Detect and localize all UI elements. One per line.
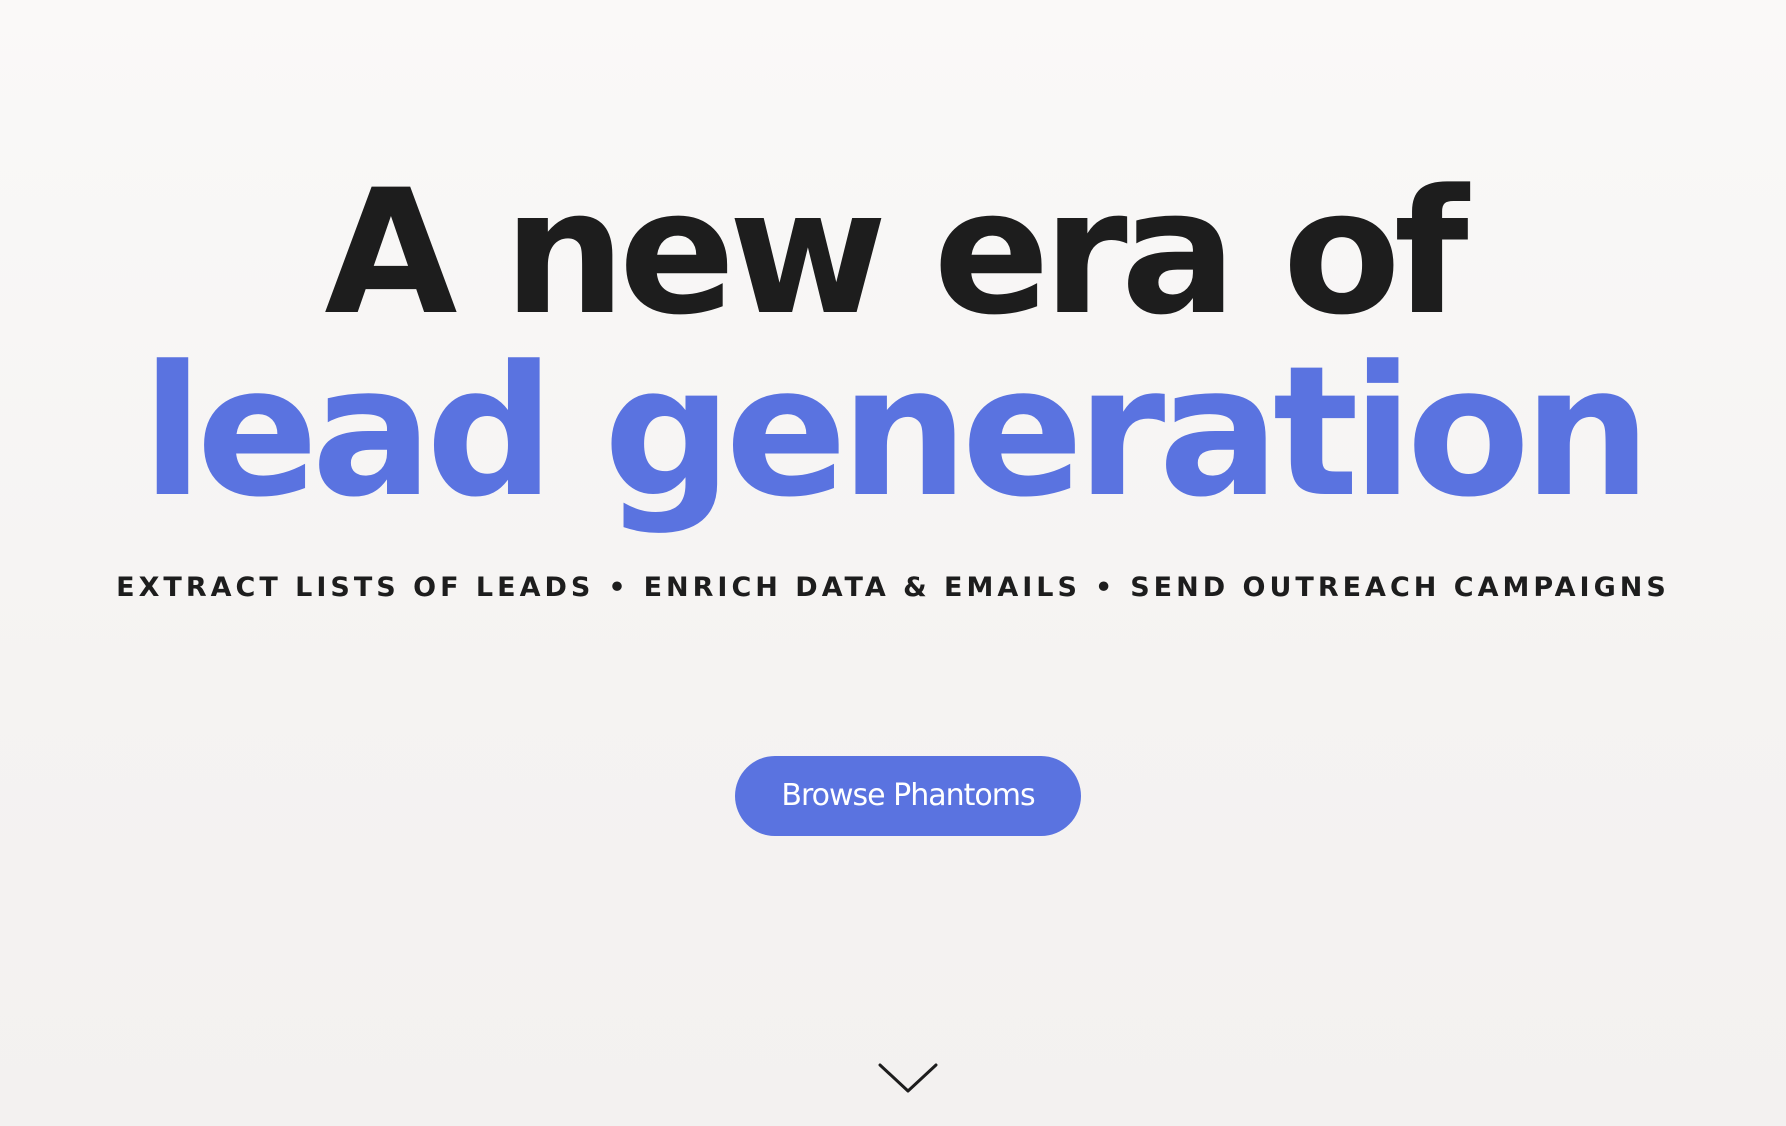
headline-line-2-highlight: lead generation: [141, 328, 1652, 537]
browse-phantoms-button[interactable]: Browse Phantoms: [735, 756, 1081, 836]
tagline-enrich-data: ENRICH DATA & EMAILS: [643, 572, 1081, 603]
feature-tagline: EXTRACT LISTS OF LEADS • ENRICH DATA & EMA…: [0, 570, 1786, 606]
tagline-separator-dot: •: [1094, 572, 1117, 603]
hero-section: A new era of lead generation EXTRACT LIS…: [0, 0, 1786, 1126]
tagline-separator-dot: •: [608, 572, 630, 603]
headline-line-1: A new era of: [324, 152, 1468, 353]
tagline-extract-leads: EXTRACT LISTS OF LEADS: [116, 572, 595, 603]
scroll-down-button[interactable]: [878, 1062, 938, 1098]
tagline-send-outreach: SEND OUTREACH CAMPAIGNS: [1130, 572, 1670, 603]
chevron-down-icon: [878, 1063, 938, 1093]
